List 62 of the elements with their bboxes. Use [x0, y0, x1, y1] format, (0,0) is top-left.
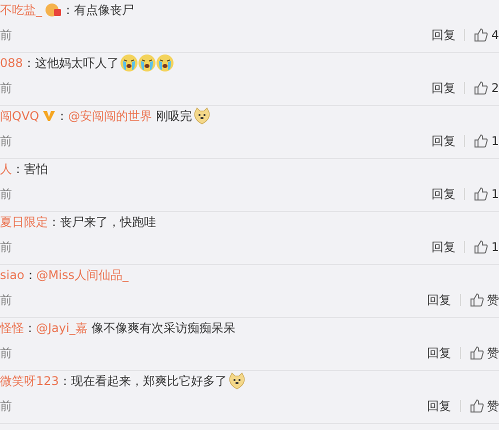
thumbs-up-icon[interactable] — [474, 81, 488, 95]
timestamp: 前 — [0, 27, 12, 44]
comment-text: 现在看起来，郑爽比它好多了 — [70, 373, 227, 390]
colon-text: ： — [56, 108, 68, 125]
like-count: 2 — [491, 80, 499, 97]
crying-face-icon — [120, 54, 138, 72]
timestamp: 前 — [0, 292, 12, 309]
reply-link[interactable]: 回复 — [427, 344, 451, 362]
reply-link[interactable]: 回复 — [431, 132, 456, 150]
user-name: 人 — [0, 161, 12, 178]
like-count: 赞 — [487, 345, 499, 362]
timestamp: 前 — [0, 398, 12, 415]
thumbs-up-icon[interactable] — [470, 399, 484, 413]
thumbs-up-icon[interactable] — [474, 240, 488, 254]
like-count: 1 — [491, 186, 499, 203]
user-name: siao — [0, 267, 24, 284]
medal-icon — [45, 3, 62, 17]
comment-text: 刚吸完 — [156, 108, 192, 125]
dog-face-icon — [228, 372, 246, 390]
comment-text: 有点像丧尸 — [74, 2, 134, 19]
timestamp: 前 — [0, 345, 12, 362]
reply-link[interactable]: 回复 — [431, 238, 456, 256]
crying-face-icon — [138, 54, 156, 72]
user-name: 闯QVQ — [0, 108, 40, 125]
reply-link[interactable]: 回复 — [431, 79, 456, 97]
timestamp: 前 — [0, 239, 12, 256]
reply-link[interactable]: 回复 — [427, 397, 451, 415]
colon-text: ： — [24, 267, 36, 284]
user-name: 不吃盐_ — [0, 2, 42, 19]
user-name: 夏日限定 — [0, 214, 48, 231]
user-name: 微笑呀123 — [0, 373, 59, 390]
crying-face-icon — [156, 54, 174, 72]
thumbs-up-icon[interactable] — [474, 134, 488, 148]
colon-text: ： — [58, 373, 71, 390]
timestamp: 前 — [0, 133, 12, 150]
verified-icon — [42, 110, 56, 122]
like-count: 1 — [491, 133, 499, 150]
like-count: 1 — [491, 239, 499, 256]
like-count: 赞 — [487, 398, 499, 415]
timestamp: 前 — [0, 186, 12, 203]
thumbs-up-icon[interactable] — [470, 346, 484, 360]
user-name: 088 — [0, 55, 23, 72]
reply-link[interactable]: 回复 — [431, 26, 456, 44]
comment-text: 丧尸来了，快跑哇 — [60, 214, 156, 231]
thumbs-up-icon[interactable] — [470, 293, 484, 307]
like-count: 4 — [491, 27, 499, 44]
thumbs-up-icon[interactable] — [474, 28, 488, 42]
colon-text: ： — [62, 2, 74, 19]
user-name: 怪怪 — [0, 320, 24, 337]
comment-text: 像不像爽有次采访痴痴呆呆 — [91, 320, 236, 337]
comment-text: 害怕 — [24, 161, 48, 178]
dog-face-icon — [193, 107, 212, 125]
reply-link[interactable]: 回复 — [427, 291, 451, 309]
thumbs-up-icon[interactable] — [474, 187, 488, 201]
colon-text: ： — [24, 320, 36, 337]
colon-text: ： — [12, 161, 24, 178]
colon-text: ： — [22, 55, 35, 72]
timestamp: 前 — [0, 80, 12, 97]
like-count: 赞 — [487, 292, 499, 309]
colon-text: ： — [48, 214, 60, 231]
comment-text: 这他妈太吓人了 — [34, 55, 119, 72]
reply-link[interactable]: 回复 — [431, 185, 456, 203]
